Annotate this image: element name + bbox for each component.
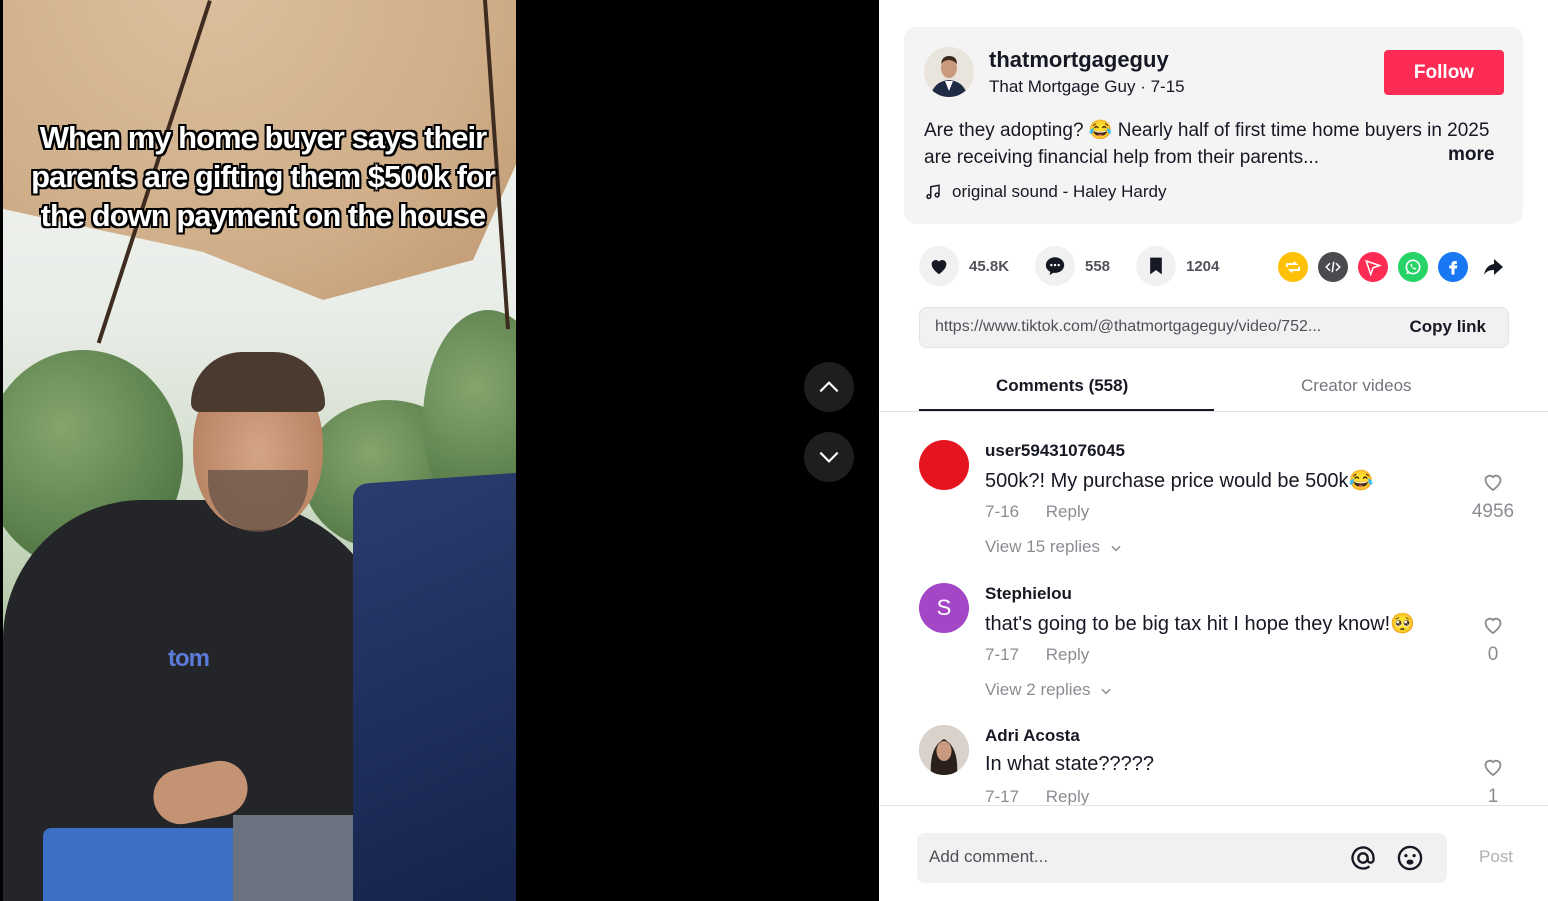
chevron-down-icon (819, 451, 839, 463)
comment-like[interactable]: 0 (1449, 613, 1537, 666)
comment-text: that's going to be big tax hit I hope th… (985, 613, 1416, 635)
comment-avatar-image (919, 725, 969, 775)
mention-icon[interactable] (1349, 844, 1377, 872)
tab-creator-videos[interactable]: Creator videos (1301, 376, 1412, 396)
comment-bubble-icon (1045, 257, 1065, 276)
embed-icon (1325, 261, 1341, 273)
view-replies-label: View 2 replies (985, 680, 1091, 699)
previous-video-button[interactable] (804, 362, 854, 412)
copy-link-button[interactable]: Copy link (1409, 317, 1486, 337)
comment-meta: 7-17 Reply (985, 787, 1089, 805)
view-replies-button[interactable]: View 2 replies (985, 680, 1113, 700)
save-action[interactable]: 1204 (1136, 246, 1219, 286)
heart-icon (931, 260, 947, 275)
like-action[interactable]: 45.8K (919, 246, 1009, 286)
facebook-button[interactable] (1438, 252, 1468, 282)
music-note-icon (926, 184, 940, 200)
video-player[interactable]: tom When my home buyer says their parent… (3, 0, 516, 901)
creator-avatar-image (924, 47, 974, 97)
comment-avatar[interactable]: S (919, 583, 969, 633)
heart-outline-icon (1484, 474, 1502, 492)
view-replies-label: View 15 replies (985, 537, 1100, 556)
emoji-icon[interactable] (1396, 844, 1424, 872)
laptop-screen (353, 471, 516, 901)
save-count: 1204 (1186, 257, 1220, 275)
comment-tabs: Comments (558) Creator videos (879, 366, 1548, 412)
chevron-down-icon (1101, 688, 1111, 694)
post-description: Are they adopting? 😂 Nearly half of firs… (924, 120, 1490, 168)
follow-button[interactable]: Follow (1384, 50, 1504, 95)
share-arrow-icon (1484, 259, 1503, 275)
comment-like[interactable]: 1 (1449, 755, 1537, 805)
comment-composer: Add comment... Post (879, 805, 1548, 901)
sound-link[interactable]: original sound - Haley Hardy (924, 182, 1167, 202)
creator-subline: That Mortgage Guy · 7-15 (989, 77, 1185, 97)
creator-username[interactable]: thatmortgageguy (989, 47, 1169, 73)
comment-like[interactable]: 4956 (1449, 470, 1537, 523)
comment-date: 7-17 (985, 645, 1020, 664)
person-hair (191, 352, 325, 412)
more-share-button[interactable] (1478, 252, 1508, 282)
comment-avatar[interactable] (919, 440, 969, 490)
comment-meta: 7-16 Reply (985, 502, 1089, 522)
sound-name: original sound - Haley Hardy (952, 182, 1167, 201)
comment-action[interactable]: 558 (1035, 246, 1110, 286)
repost-button[interactable] (1278, 252, 1308, 282)
like-count: 45.8K (969, 257, 1010, 275)
comment-date: 7-16 (985, 502, 1020, 521)
more-button[interactable]: more (1448, 144, 1494, 166)
creator-avatar[interactable] (924, 47, 974, 97)
post-button[interactable]: Post (1479, 847, 1513, 867)
comment-like-count: 0 (1487, 644, 1499, 665)
reply-button[interactable]: Reply (1046, 787, 1089, 805)
post-date: 7-15 (1150, 77, 1185, 96)
next-video-button[interactable] (804, 432, 854, 482)
side-panel: thatmortgageguy That Mortgage Guy · 7-15… (879, 0, 1548, 901)
app-root: tom When my home buyer says their parent… (0, 0, 1548, 901)
comment-like-count: 1 (1487, 786, 1499, 805)
creator-display-name: That Mortgage Guy (989, 77, 1136, 96)
video-stage: tom When my home buyer says their parent… (0, 0, 879, 901)
share-link-text[interactable]: https://www.tiktok.com/@thatmortgageguy/… (935, 318, 1321, 336)
like-circle[interactable] (919, 246, 959, 286)
save-circle[interactable] (1136, 246, 1176, 286)
reply-button[interactable]: Reply (1046, 645, 1089, 664)
heart-outline-icon (1484, 617, 1502, 635)
comment-username[interactable]: Adri Acosta (985, 726, 1080, 746)
facebook-icon (1449, 261, 1458, 275)
embed-button[interactable] (1318, 252, 1348, 282)
comment-date: 7-17 (985, 787, 1020, 805)
shirt-logo: tom (168, 645, 210, 672)
post-info-card: thatmortgageguy That Mortgage Guy · 7-15… (904, 27, 1523, 224)
separator-dot: · (1140, 77, 1151, 96)
comment-circle[interactable] (1035, 246, 1075, 286)
share-link-box: https://www.tiktok.com/@thatmortgageguy/… (919, 307, 1509, 348)
active-tab-indicator (919, 409, 1214, 411)
video-caption: When my home buyer says their parents ar… (31, 120, 496, 233)
comment-username[interactable]: user59431076045 (985, 441, 1125, 461)
comment-input-placeholder[interactable]: Add comment... (929, 847, 1048, 867)
view-replies-button[interactable]: View 15 replies (985, 537, 1123, 557)
reply-button[interactable]: Reply (1046, 502, 1089, 521)
comment-avatar[interactable] (919, 725, 969, 775)
comment-text: 500k?! My purchase price would be 500k😂 (985, 470, 1374, 492)
repost-icon (1286, 261, 1300, 273)
send-button[interactable] (1358, 252, 1388, 282)
comment-text: In what state????? (985, 753, 1155, 775)
bookmark-icon (1150, 257, 1162, 275)
comment-count: 558 (1085, 257, 1111, 275)
chevron-down-icon (1111, 545, 1121, 551)
send-icon (1365, 259, 1382, 276)
comment-username[interactable]: Stephielou (985, 584, 1072, 604)
whatsapp-button[interactable] (1398, 252, 1428, 282)
comment-like-count: 4956 (1471, 501, 1515, 522)
comment-meta: 7-17 Reply (985, 645, 1089, 665)
comment-list[interactable]: user59431076045 500k?! My purchase price… (879, 413, 1548, 805)
whatsapp-icon (1405, 259, 1421, 275)
heart-outline-icon (1484, 759, 1502, 777)
chevron-up-icon (819, 381, 839, 393)
tab-comments[interactable]: Comments (558) (996, 376, 1128, 396)
